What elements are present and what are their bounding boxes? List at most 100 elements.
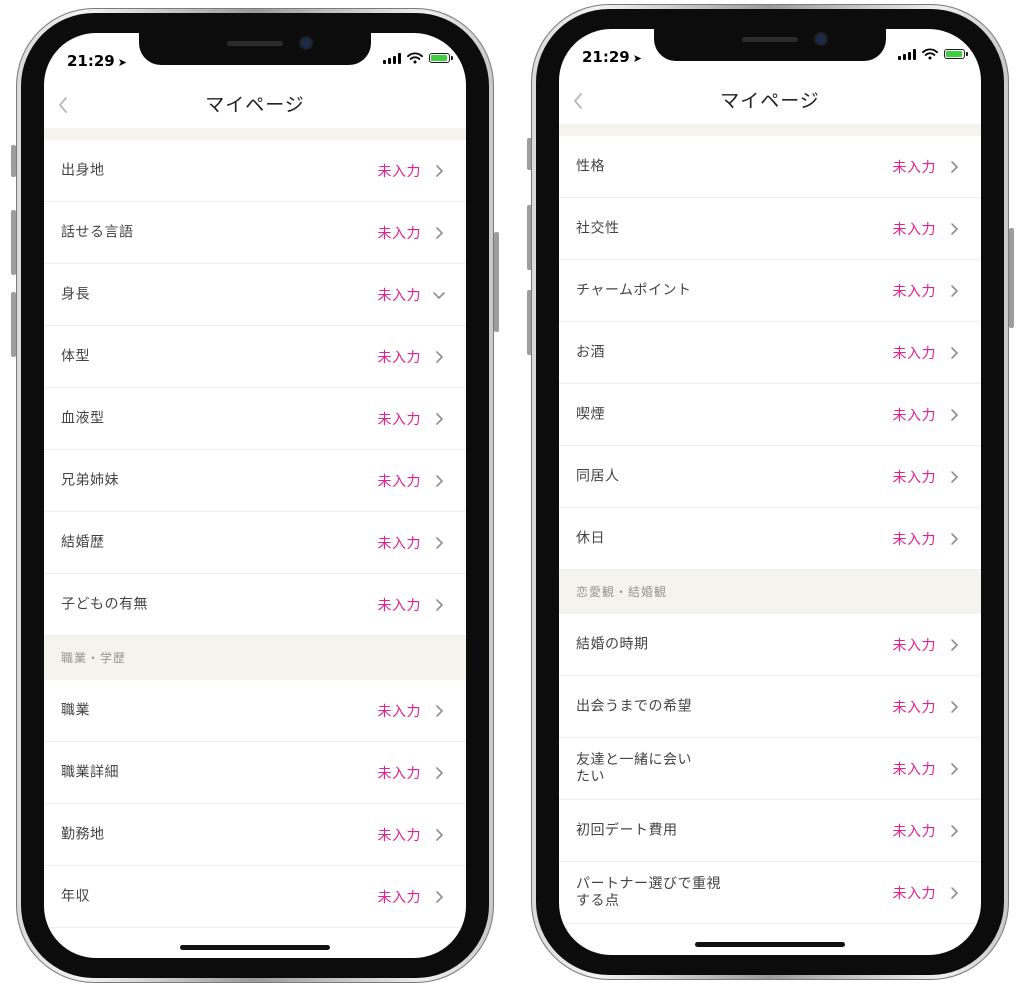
row-height[interactable]: 身長 未入力 xyxy=(44,264,466,326)
row-label: 友達と一緒に会いたい xyxy=(576,751,692,785)
row-value: 未入力 xyxy=(892,823,936,840)
row-value: 未入力 xyxy=(892,345,936,362)
notch xyxy=(654,29,886,61)
row-value: 未入力 xyxy=(377,765,421,782)
row-label: 初回デート費用 xyxy=(576,822,678,838)
row-value: 未入力 xyxy=(892,159,936,176)
row-value: 未入力 xyxy=(377,827,421,844)
camera xyxy=(301,38,311,48)
row-occupation-detail[interactable]: 職業詳細 未入力 xyxy=(44,742,466,804)
notch xyxy=(139,33,371,65)
chevron-right-icon xyxy=(951,470,959,483)
nav-bar: マイページ xyxy=(559,79,981,124)
chevron-right-icon xyxy=(951,284,959,297)
row-charm-point[interactable]: チャームポイント 未入力 xyxy=(559,260,981,322)
location-arrow-icon: ➤ xyxy=(117,56,127,69)
chevron-right-icon xyxy=(951,346,959,359)
chevron-right-icon xyxy=(436,766,444,779)
row-value: 未入力 xyxy=(377,225,421,242)
screen-left: 21:29 ➤ マイページ 出身地 未入力 話せる言語 未入力 身長 未入力 体… xyxy=(44,33,466,958)
row-value: 未入力 xyxy=(377,535,421,552)
row-meeting-preference[interactable]: 出会うまでの希望 未入力 xyxy=(559,676,981,738)
row-blood-type[interactable]: 血液型 未入力 xyxy=(44,388,466,450)
row-hometown[interactable]: 出身地 未入力 xyxy=(44,140,466,202)
section-divider xyxy=(559,124,981,136)
row-sociability[interactable]: 社交性 未入力 xyxy=(559,198,981,260)
row-value: 未入力 xyxy=(892,761,936,778)
row-alcohol[interactable]: お酒 未入力 xyxy=(559,322,981,384)
row-value: 未入力 xyxy=(892,407,936,424)
row-label: パートナー選びで重視する点 xyxy=(576,875,721,909)
status-icons xyxy=(383,52,453,64)
row-value: 未入力 xyxy=(892,531,936,548)
chevron-right-icon xyxy=(951,638,959,651)
row-label: 身長 xyxy=(61,286,90,302)
speaker xyxy=(227,41,283,46)
chevron-right-icon xyxy=(436,704,444,717)
row-personality[interactable]: 性格 未入力 xyxy=(559,136,981,198)
row-value: 未入力 xyxy=(892,699,936,716)
chevron-right-icon xyxy=(951,762,959,775)
row-children[interactable]: 子どもの有無 未入力 xyxy=(44,574,466,636)
battery-icon xyxy=(944,49,968,59)
nav-bar: マイページ xyxy=(44,83,466,128)
row-partner-priorities[interactable]: パートナー選びで重視する点 未入力 xyxy=(559,862,981,924)
section-divider xyxy=(44,128,466,140)
row-label: 職業詳細 xyxy=(61,764,119,780)
row-marriage-timing[interactable]: 結婚の時期 未入力 xyxy=(559,614,981,676)
power-button xyxy=(1009,228,1014,328)
row-label: 結婚の時期 xyxy=(576,636,649,652)
row-label: チャームポイント xyxy=(576,282,692,298)
status-time: 21:29 ➤ xyxy=(67,52,127,70)
row-label: 職業 xyxy=(61,702,90,718)
row-value: 未入力 xyxy=(892,283,936,300)
row-body-type[interactable]: 体型 未入力 xyxy=(44,326,466,388)
chevron-right-icon xyxy=(951,532,959,545)
row-value: 未入力 xyxy=(892,221,936,238)
row-value: 未入力 xyxy=(377,473,421,490)
row-value: 未入力 xyxy=(377,597,421,614)
chevron-right-icon xyxy=(436,164,444,177)
row-marriage-history[interactable]: 結婚歴 未入力 xyxy=(44,512,466,574)
row-income[interactable]: 年収 未入力 xyxy=(44,866,466,928)
chevron-right-icon xyxy=(436,536,444,549)
row-label: 休日 xyxy=(576,530,605,546)
wifi-icon xyxy=(407,52,423,64)
section-header-love-marriage: 恋愛観・結婚観 xyxy=(559,570,981,614)
chevron-right-icon xyxy=(436,828,444,841)
row-smoking[interactable]: 喫煙 未入力 xyxy=(559,384,981,446)
row-languages[interactable]: 話せる言語 未入力 xyxy=(44,202,466,264)
row-value: 未入力 xyxy=(892,885,936,902)
row-value: 未入力 xyxy=(377,287,421,304)
row-label: 喫煙 xyxy=(576,406,605,422)
home-indicator[interactable] xyxy=(180,945,330,950)
page-title: マイページ xyxy=(720,90,820,112)
row-label: 勤務地 xyxy=(61,826,105,842)
back-chevron-icon[interactable] xyxy=(570,91,586,111)
section-header-career: 職業・学歴 xyxy=(44,636,466,680)
chevron-right-icon xyxy=(436,890,444,903)
chevron-right-icon xyxy=(951,886,959,899)
row-occupation[interactable]: 職業 未入力 xyxy=(44,680,466,742)
chevron-right-icon xyxy=(951,160,959,173)
row-label: 体型 xyxy=(61,348,90,364)
camera xyxy=(816,34,826,44)
row-meet-with-friends[interactable]: 友達と一緒に会いたい 未入力 xyxy=(559,738,981,800)
page-title: マイページ xyxy=(205,94,305,116)
profile-list-left: 出身地 未入力 話せる言語 未入力 身長 未入力 体型 未入力 血液型 未入力 … xyxy=(44,128,466,928)
chevron-right-icon xyxy=(436,474,444,487)
chevron-down-icon xyxy=(433,291,445,299)
row-housemates[interactable]: 同居人 未入力 xyxy=(559,446,981,508)
home-indicator[interactable] xyxy=(695,942,845,947)
cellular-signal-icon xyxy=(383,52,401,64)
row-value: 未入力 xyxy=(377,703,421,720)
row-first-date-cost[interactable]: 初回デート費用 未入力 xyxy=(559,800,981,862)
row-workplace[interactable]: 勤務地 未入力 xyxy=(44,804,466,866)
row-label: 年収 xyxy=(61,888,90,904)
row-label: 性格 xyxy=(576,158,605,174)
row-value: 未入力 xyxy=(377,163,421,180)
row-holidays[interactable]: 休日 未入力 xyxy=(559,508,981,570)
row-siblings[interactable]: 兄弟姉妹 未入力 xyxy=(44,450,466,512)
back-chevron-icon[interactable] xyxy=(55,95,71,115)
chevron-right-icon xyxy=(436,598,444,611)
